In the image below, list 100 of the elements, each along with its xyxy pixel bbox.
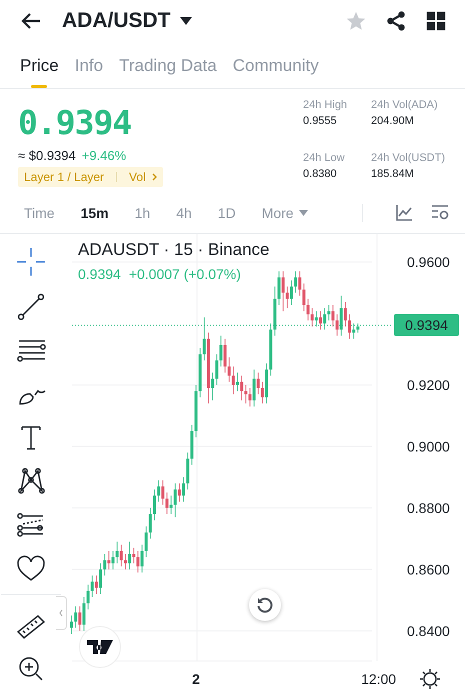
tab[interactable]: Info <box>74 54 104 88</box>
candlestick <box>174 482 177 518</box>
candlestick <box>219 335 222 367</box>
candlestick <box>178 482 181 502</box>
candlestick <box>157 480 160 502</box>
candlestick <box>70 615 73 634</box>
caret-icon <box>298 210 308 216</box>
stat-label: 24h Low <box>303 152 346 164</box>
candlestick <box>107 550 110 570</box>
candlestick <box>290 280 293 306</box>
candlestick <box>94 575 98 594</box>
candlestick <box>224 338 227 374</box>
candlestick <box>323 308 326 330</box>
candlestick <box>278 270 280 306</box>
tab[interactable]: Price <box>20 54 59 88</box>
candlestick <box>286 286 289 308</box>
price-axis-label: 0.8800 <box>407 500 450 516</box>
stat-value: 0.8380 <box>303 168 338 180</box>
candlestick <box>120 544 123 567</box>
candlestick <box>211 372 214 401</box>
candlestick <box>260 381 264 404</box>
candlestick <box>103 554 106 576</box>
interval-tab[interactable]: 1h <box>134 205 150 221</box>
stat-value: 204.90M <box>371 115 415 127</box>
last-price: 0.9394 <box>18 103 132 142</box>
candlestick <box>90 575 94 598</box>
candlestick <box>78 606 82 632</box>
collapse-handle[interactable] <box>56 596 67 630</box>
candlestick <box>336 314 339 336</box>
interval-tab[interactable]: 4h <box>176 205 192 221</box>
star-icon[interactable] <box>345 10 367 32</box>
candlestick <box>256 372 260 395</box>
candlestick <box>82 596 86 632</box>
candlestick <box>132 547 136 564</box>
candlestick <box>240 375 244 401</box>
interval-tab[interactable]: Time <box>24 205 55 221</box>
price-axis-label: 0.8400 <box>407 622 450 639</box>
reset-icon <box>256 596 274 614</box>
time-axis-label: 12:00 <box>361 671 396 687</box>
tab[interactable]: Trading Data <box>119 54 217 88</box>
usd-price: ≈ $0.9394 <box>18 148 76 163</box>
stat-label: 24h High <box>303 99 348 111</box>
price-tag: 0.9394 <box>394 314 459 336</box>
price-axis-label: 0.9000 <box>407 438 450 454</box>
candlestick <box>153 489 156 521</box>
candlestick <box>252 369 256 407</box>
candlestick <box>165 492 168 514</box>
candlestick <box>344 302 347 327</box>
tab[interactable]: Community <box>232 54 319 88</box>
settings-icon[interactable] <box>419 668 441 690</box>
candlestick <box>244 384 248 404</box>
candlestick <box>310 308 314 327</box>
candlestick <box>319 310 322 330</box>
price-change: +9.46% <box>82 148 126 163</box>
candlestick <box>352 323 356 340</box>
stat-label: 24h Vol(USDT) <box>371 152 445 164</box>
candlestick <box>306 298 310 321</box>
candlestick <box>331 304 334 327</box>
candlestick <box>232 366 235 395</box>
time-axis-label: 2 <box>192 671 200 687</box>
candlestick <box>74 606 78 628</box>
candlestick <box>148 508 152 540</box>
chevron-icon <box>152 173 157 181</box>
candlestick <box>248 388 252 407</box>
interval-tab[interactable]: 1D <box>218 205 236 221</box>
crosshair-icon[interactable] <box>15 246 47 278</box>
candlestick <box>302 283 306 312</box>
candlestick <box>348 314 352 340</box>
caret-icon[interactable] <box>180 17 192 25</box>
candlestick <box>182 476 186 502</box>
interval-tab[interactable]: More <box>262 205 308 221</box>
chart-type-icon[interactable] <box>395 204 413 222</box>
candlestick <box>128 541 132 570</box>
candlestick <box>99 562 102 594</box>
stat-label: 24h Vol(ADA) <box>371 99 439 111</box>
price-axis-label: 0.9600 <box>407 254 450 270</box>
candlestick <box>161 480 164 506</box>
stat-value: 185.84M <box>371 168 415 180</box>
logo-badge[interactable] <box>79 626 121 668</box>
candlestick <box>228 356 231 382</box>
candlestick <box>144 526 148 558</box>
candlestick <box>170 495 173 514</box>
chart-title: ADAUSDT · 15 · Binance <box>78 240 270 260</box>
indicator-settings-icon[interactable] <box>431 204 449 222</box>
share-icon[interactable] <box>385 10 407 32</box>
candlestick <box>116 541 119 564</box>
candlestick <box>112 550 114 570</box>
legend-change: +0.0007 (+0.07%) <box>128 266 241 282</box>
candlestick <box>294 270 298 294</box>
candlestick <box>215 354 218 386</box>
stat-value: 0.9555 <box>303 115 338 127</box>
vol-link[interactable]: Vol <box>129 170 157 184</box>
pair-title: ADA/USDT <box>62 9 170 33</box>
candlestick <box>298 270 302 296</box>
interval-tab[interactable]: 15m <box>80 205 109 221</box>
candlestick <box>124 554 127 570</box>
reset-chart-button[interactable] <box>249 589 281 621</box>
candlestick <box>327 304 330 321</box>
grid-icon[interactable] <box>425 10 447 32</box>
price-axis-label: 0.9200 <box>407 376 450 393</box>
